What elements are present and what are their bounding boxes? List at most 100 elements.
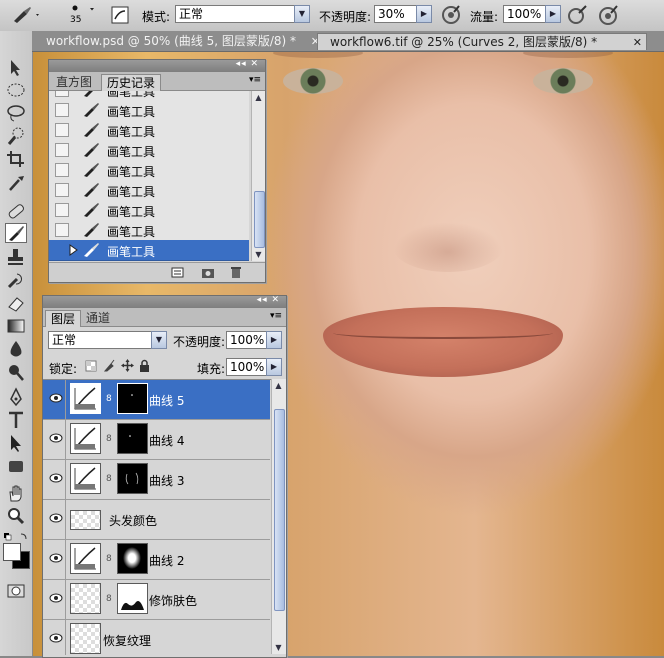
blend-mode-select[interactable]: 正常 ▼: [48, 331, 167, 349]
default-colors-icon[interactable]: [3, 531, 29, 541]
layer-mask-thumbnail[interactable]: [117, 583, 148, 614]
history-scrollbar[interactable]: ▲ ▼: [251, 91, 265, 261]
scroll-down-icon[interactable]: ▼: [253, 249, 264, 260]
layer-opacity-input[interactable]: 100% ▶: [226, 331, 282, 349]
mask-link-icon[interactable]: 8: [106, 394, 112, 404]
eyedropper-tool-icon[interactable]: [5, 172, 27, 192]
layer-row[interactable]: 8 曲线 5: [43, 380, 270, 420]
brush-tool-preset-icon[interactable]: [10, 5, 40, 28]
hand-tool-icon[interactable]: [5, 483, 27, 503]
opacity-input[interactable]: 30% ▶: [374, 5, 432, 23]
layer-row[interactable]: 8 曲线 3: [43, 460, 270, 500]
lock-all-icon[interactable]: [139, 359, 150, 372]
collapse-icon[interactable]: ◂◂ ✕: [257, 295, 280, 305]
document-tab-workflow-psd[interactable]: workflow.psd @ 50% (曲线 5, 图层蒙版/8) * ✕: [34, 33, 324, 50]
path-selection-tool-icon[interactable]: [5, 433, 27, 453]
layer-mask-thumbnail[interactable]: [117, 423, 148, 454]
blur-tool-icon[interactable]: [5, 339, 27, 359]
foreground-color-swatch[interactable]: [3, 543, 21, 561]
options-bar: 35 模式: 正常 ▼ 不透明度: 30% ▶ 流量: 100% ▶: [0, 0, 664, 32]
new-document-from-state-icon[interactable]: [171, 266, 185, 279]
visibility-eye-icon[interactable]: [49, 633, 63, 643]
history-item[interactable]: 画笔工具: [49, 180, 249, 201]
type-tool-icon[interactable]: [5, 410, 27, 430]
history-item[interactable]: 画笔工具: [49, 100, 249, 121]
gradient-tool-icon[interactable]: [5, 316, 27, 336]
clone-stamp-tool-icon[interactable]: [5, 247, 27, 267]
tab-channels[interactable]: 通道: [81, 310, 115, 326]
healing-brush-tool-icon[interactable]: [5, 201, 27, 221]
tab-layers[interactable]: 图层: [45, 310, 82, 327]
history-item[interactable]: 画笔工具: [49, 220, 249, 241]
scroll-up-icon[interactable]: ▲: [273, 380, 284, 391]
history-brush-tool-icon[interactable]: [5, 270, 27, 290]
document-tab-workflow6-tif[interactable]: workflow6.tif @ 25% (Curves 2, 图层蒙版/8) *…: [317, 33, 647, 50]
fill-input[interactable]: 100% ▶: [226, 358, 282, 376]
history-item[interactable]: 画笔工具: [49, 120, 249, 141]
history-item[interactable]: 画笔工具: [49, 200, 249, 221]
pen-tool-icon[interactable]: [5, 387, 27, 407]
quick-mask-icon[interactable]: [5, 581, 27, 601]
visibility-eye-icon[interactable]: [49, 433, 63, 443]
lasso-tool-icon[interactable]: [5, 103, 27, 123]
history-item[interactable]: 画笔工具: [49, 140, 249, 161]
layer-row[interactable]: 8 曲线 4: [43, 420, 270, 460]
crop-tool-icon[interactable]: [5, 149, 27, 169]
layer-mask-thumbnail[interactable]: [117, 543, 148, 574]
layer-name: 曲线 2: [149, 554, 185, 568]
chevron-down-icon: ▼: [294, 5, 310, 23]
trash-icon[interactable]: [229, 265, 243, 279]
layer-row[interactable]: 恢复纹理: [43, 620, 270, 655]
flow-input[interactable]: 100% ▶: [503, 5, 561, 23]
marquee-tool-icon[interactable]: [5, 80, 27, 100]
brush-tool-icon[interactable]: [5, 223, 27, 243]
layer-row[interactable]: 8 修饰肤色: [43, 580, 270, 620]
mask-link-icon[interactable]: 8: [106, 554, 112, 564]
layer-mask-thumbnail[interactable]: [117, 463, 148, 494]
close-icon[interactable]: ✕: [633, 34, 642, 50]
visibility-eye-icon[interactable]: [49, 473, 63, 483]
fill-label: 填充:: [197, 362, 226, 376]
airbrush-icon[interactable]: [566, 4, 588, 29]
mode-select[interactable]: 正常 ▼: [175, 5, 310, 23]
scroll-up-icon[interactable]: ▲: [253, 92, 264, 103]
tab-histogram[interactable]: 直方图: [51, 74, 97, 90]
brush-size-picker[interactable]: 35: [62, 3, 96, 29]
layer-row[interactable]: 8 曲线 2: [43, 540, 270, 580]
layers-scrollbar[interactable]: ▲ ▼: [271, 379, 286, 654]
snapshot-camera-icon[interactable]: [201, 266, 215, 279]
dodge-tool-icon[interactable]: [5, 362, 27, 382]
tab-history[interactable]: 历史记录: [101, 74, 162, 91]
move-tool-icon[interactable]: [5, 57, 27, 77]
rectangle-tool-icon[interactable]: [5, 456, 27, 476]
lock-transparent-pixels-icon[interactable]: [85, 360, 97, 372]
history-item-current[interactable]: 画笔工具: [49, 240, 249, 261]
layer-row[interactable]: 头发颜色: [43, 500, 270, 540]
layer-mask-thumbnail[interactable]: [117, 383, 148, 414]
lock-position-icon[interactable]: [121, 359, 134, 372]
pressure-size-icon[interactable]: [596, 4, 620, 29]
history-panel-titlebar[interactable]: ◂◂ ✕: [49, 59, 265, 72]
panel-menu-icon[interactable]: ▾≡: [249, 75, 261, 85]
layers-panel-titlebar[interactable]: ◂◂ ✕: [43, 295, 286, 308]
eraser-tool-icon[interactable]: [5, 293, 27, 313]
visibility-eye-icon[interactable]: [49, 553, 63, 563]
panel-menu-icon[interactable]: ▾≡: [270, 311, 282, 321]
zoom-tool-icon[interactable]: [5, 506, 27, 526]
quick-selection-tool-icon[interactable]: [5, 126, 27, 146]
history-item[interactable]: 画笔工具: [49, 160, 249, 181]
mask-link-icon[interactable]: 8: [106, 434, 112, 444]
airbrush-pressure-opacity-icon[interactable]: [440, 4, 462, 29]
scroll-down-icon[interactable]: ▼: [273, 642, 284, 653]
history-item-label: 画笔工具: [107, 125, 156, 139]
visibility-eye-icon[interactable]: [49, 513, 63, 523]
visibility-eye-icon[interactable]: [49, 593, 63, 603]
visibility-eye-icon[interactable]: [49, 393, 63, 403]
brush-icon: [84, 123, 99, 137]
lock-image-pixels-icon[interactable]: [103, 359, 115, 372]
mask-link-icon[interactable]: 8: [106, 594, 112, 604]
mask-link-icon[interactable]: 8: [106, 474, 112, 484]
toggle-brush-panel-icon[interactable]: [110, 5, 130, 28]
document-tab-bar: workflow.psd @ 50% (曲线 5, 图层蒙版/8) * ✕ wo…: [32, 31, 664, 52]
collapse-icon[interactable]: ◂◂ ✕: [236, 59, 259, 69]
